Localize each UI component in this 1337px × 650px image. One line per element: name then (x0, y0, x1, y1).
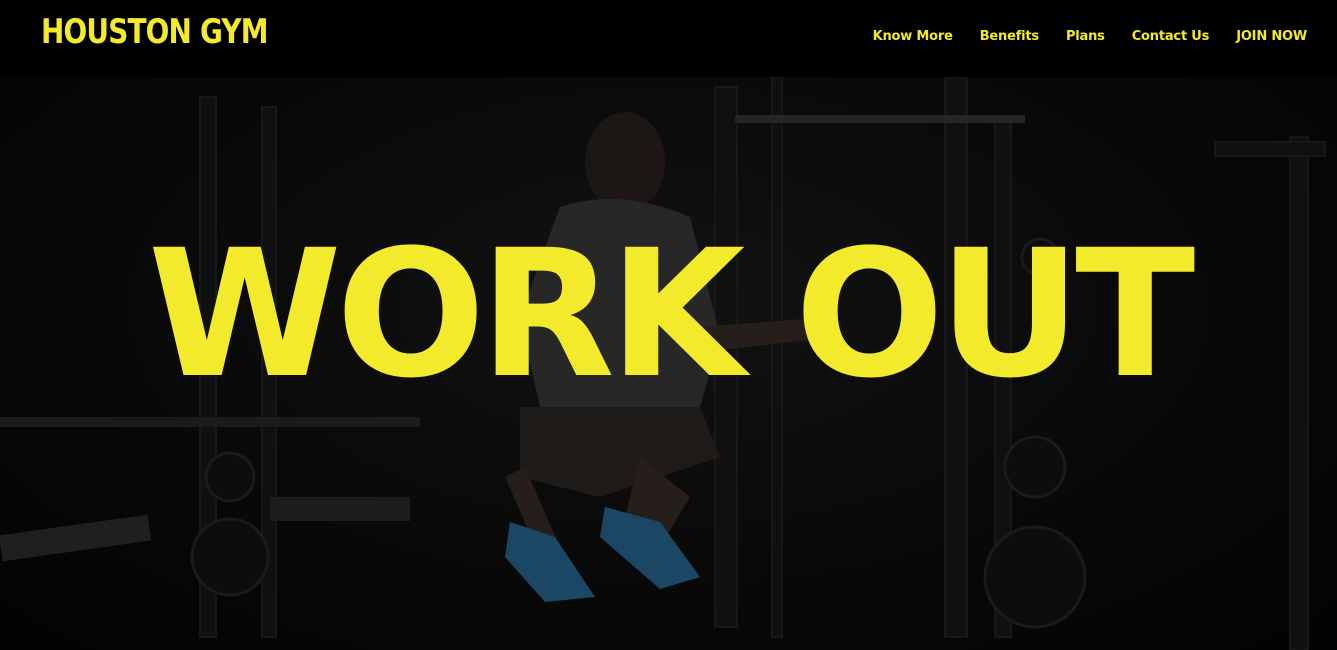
nav-link-join-now[interactable]: JOIN NOW (1236, 29, 1307, 44)
nav-link-know-more[interactable]: Know More (873, 29, 953, 44)
nav-link-plans[interactable]: Plans (1066, 29, 1105, 44)
hero-headline: WORK OUT (147, 212, 1196, 417)
hero-section: WORK OUT (0, 77, 1337, 650)
nav-link-benefits[interactable]: Benefits (980, 29, 1039, 44)
nav-links: Know More Benefits Plans Contact Us JOIN… (846, 29, 1308, 44)
navbar: HOUSTON GYM Know More Benefits Plans Con… (0, 0, 1337, 77)
nav-link-contact-us[interactable]: Contact Us (1132, 29, 1210, 44)
brand-logo[interactable]: HOUSTON GYM (41, 12, 269, 52)
